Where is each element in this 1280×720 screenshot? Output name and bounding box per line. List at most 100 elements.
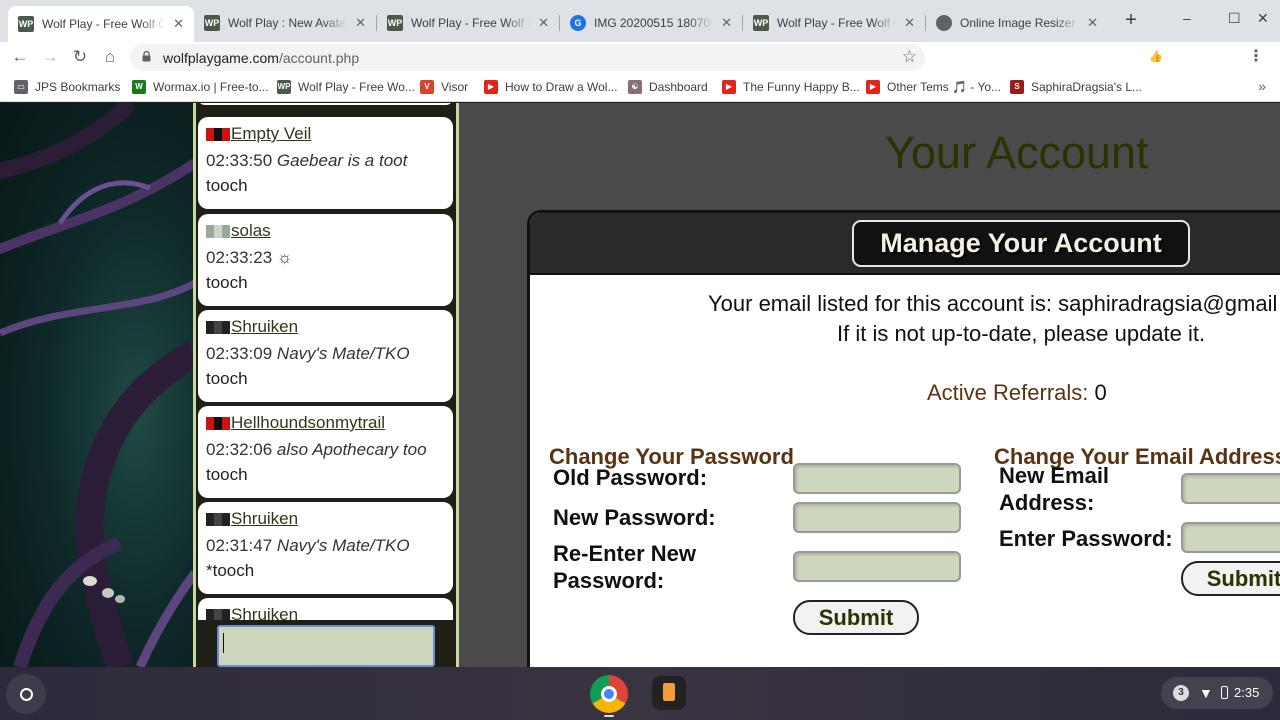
lock-icon — [142, 51, 151, 62]
menu-icon[interactable]: ⋮ — [1247, 48, 1265, 66]
close-window-icon[interactable]: ✕ — [1257, 10, 1269, 27]
clock-time: 2:35 — [1234, 685, 1260, 700]
globe-ext-icon[interactable]: ◎ — [997, 48, 1015, 66]
help-icon[interactable]: ? — [1027, 48, 1045, 66]
tab-wolf-play-3[interactable]: WP Wolf Play - Free Wolf Game ✕ — [743, 8, 925, 38]
manage-account-panel: Manage Your Account Your email listed fo… — [527, 210, 1280, 667]
chat-message: Empty Veil 02:33:50 Gaebear is a toot to… — [198, 117, 453, 209]
bookmark-jps[interactable]: ▭ JPS Bookmarks — [14, 79, 120, 95]
chat-username-link[interactable]: Hellhoundsonmytrail — [231, 413, 385, 433]
chat-text: Navy's Mate/TKO — [276, 344, 410, 363]
reload-icon[interactable]: ↻ — [68, 45, 92, 69]
chat-message: Shruiken 02:31:47 Navy's Mate/TKO *tooch — [198, 502, 453, 594]
bookmark-wolf-play[interactable]: WP Wolf Play - Free Wo... — [277, 79, 415, 95]
chat-timestamp: 02:31:47 — [206, 536, 273, 555]
chat-timestamp: 02:33:50 — [206, 151, 273, 170]
close-tab-icon[interactable]: ✕ — [1087, 15, 1098, 31]
close-tab-icon[interactable]: ✕ — [173, 16, 184, 32]
submit-email-button[interactable]: Submit — [1181, 561, 1280, 596]
chat-username-link[interactable]: Shruiken — [231, 509, 298, 529]
chat-text: also Apothecary too — [276, 440, 427, 459]
bookmark-wormax[interactable]: W Wormax.io | Free-to... — [132, 79, 269, 95]
chat-message-partial — [198, 103, 453, 105]
diamond-icon[interactable]: ◇ — [1087, 48, 1105, 66]
user-flag-icon — [206, 416, 230, 430]
close-tab-icon[interactable]: ✕ — [904, 15, 915, 31]
chat-input[interactable] — [217, 625, 435, 667]
google-photos-favicon-icon: G — [570, 15, 586, 31]
reenter-password-label: Re-Enter New Password: — [553, 541, 697, 593]
email-password-input[interactable] — [1181, 522, 1280, 553]
c-icon[interactable]: C — [937, 48, 955, 66]
chat-username-link[interactable]: Shruiken — [231, 317, 298, 337]
new-tab-button[interactable]: + — [1120, 10, 1142, 32]
thumb-icon[interactable]: 👍 — [1147, 48, 1165, 66]
text-caret — [223, 633, 224, 653]
web-content: Empty Veil 02:33:50 Gaebear is a toot to… — [0, 103, 1280, 667]
grid-icon[interactable]: ▦ — [1117, 48, 1135, 66]
bookmark-funny-happy[interactable]: ▶ The Funny Happy B... — [722, 79, 860, 95]
wolf-play-favicon-icon: WP — [18, 16, 34, 32]
chrome-app-icon[interactable] — [590, 675, 628, 713]
files-app-icon[interactable] — [652, 676, 686, 710]
chat-username-link[interactable]: Empty Veil — [231, 124, 311, 144]
new-email-label: New Email Address: — [999, 463, 1110, 515]
new-password-input[interactable] — [793, 502, 961, 533]
bookmark-visor[interactable]: V Visor — [420, 79, 468, 95]
bookmark-star-icon[interactable]: ☆ — [902, 47, 917, 67]
close-tab-icon[interactable]: ✕ — [721, 15, 732, 31]
address-bar[interactable]: wolfplaygame.com/account.php ☆ — [130, 44, 925, 71]
ghost-icon[interactable]: ◆ — [1057, 48, 1075, 66]
manage-account-heading: Manage Your Account — [852, 220, 1190, 267]
reenter-password-input[interactable] — [793, 551, 961, 582]
close-tab-icon[interactable]: ✕ — [538, 15, 549, 31]
cloud-icon[interactable]: ☁ — [967, 48, 985, 66]
enter-password-label: Enter Password: — [999, 526, 1173, 551]
folder-icon: ▭ — [14, 80, 28, 94]
chat-username-link[interactable]: solas — [231, 221, 271, 241]
bookmark-dashboard[interactable]: ☯ Dashboard — [628, 79, 708, 95]
tab-wolf-play-1[interactable]: WP Wolf Play - Free Wolf Game ✕ — [8, 6, 194, 42]
tab-title: Online Image Resizer - Crop — [960, 16, 1079, 30]
submit-password-button[interactable]: Submit — [793, 600, 919, 635]
launcher-icon[interactable] — [6, 674, 46, 714]
url-text: wolfplaygame.com/account.php — [163, 50, 360, 66]
tab-title: Wolf Play - Free Wolf Game — [411, 16, 530, 30]
b-icon[interactable]: b — [1207, 48, 1225, 66]
notification-count-badge: 3 — [1173, 685, 1189, 701]
bookmark-how-to-draw[interactable]: ▶ How to Draw a Wol... — [484, 79, 617, 95]
new-email-input[interactable] — [1181, 473, 1280, 504]
back-icon[interactable]: ← — [8, 45, 32, 69]
old-password-label: Old Password: — [553, 465, 708, 490]
close-tab-icon[interactable]: ✕ — [355, 15, 366, 31]
tab-wolf-play-2[interactable]: WP Wolf Play - Free Wolf Game ✕ — [377, 8, 559, 38]
visor-favicon-icon: V — [420, 80, 434, 94]
wifi-icon: ▼ — [1199, 685, 1213, 701]
update-email-note: If it is not up-to-date, please update i… — [837, 321, 1206, 346]
forest-background — [0, 103, 195, 667]
new-password-label: New Password: — [553, 505, 716, 530]
current-email-text: Your email listed for this account is: s… — [708, 291, 1278, 316]
chat-message: solas 02:33:23 ☼ tooch — [198, 214, 453, 306]
chat-target: tooch — [206, 176, 248, 195]
chat-target: tooch — [206, 465, 248, 484]
home-icon[interactable]: ⌂ — [98, 45, 122, 69]
cast-icon[interactable]: ▭ — [1177, 48, 1195, 66]
status-tray[interactable]: 3 ▼ 2:35 — [1161, 677, 1273, 709]
minimize-icon[interactable]: – — [1183, 10, 1191, 26]
active-referrals: Active Referrals: 0 — [927, 380, 1107, 405]
bookmark-saphiradragsia[interactable]: S SaphiraDragsia's L... — [1010, 79, 1142, 95]
tab-img[interactable]: G IMG 20200515 180706 ✕ — [560, 8, 742, 38]
tab-new-avatar-art[interactable]: WP Wolf Play : New Avatar Art ✕ — [194, 8, 376, 38]
tab-image-resizer[interactable]: Online Image Resizer - Crop ✕ — [926, 8, 1108, 38]
tree-branches-decoration — [0, 103, 195, 667]
bookmark-other-tems[interactable]: ▶ Other Tems 🎵 - Yo... — [866, 79, 1001, 95]
sun-icon: ☼ — [276, 248, 293, 267]
old-password-input[interactable] — [793, 463, 961, 494]
browser-toolbar: ← → ↻ ⌂ wolfplaygame.com/account.php ☆ C… — [0, 42, 1280, 72]
more-bookmarks-icon[interactable]: » — [1258, 78, 1266, 94]
globe-favicon-icon — [936, 15, 952, 31]
panel-header: Manage Your Account — [530, 213, 1280, 275]
maximize-icon[interactable]: ☐ — [1228, 10, 1241, 27]
forward-icon[interactable]: → — [38, 45, 62, 69]
